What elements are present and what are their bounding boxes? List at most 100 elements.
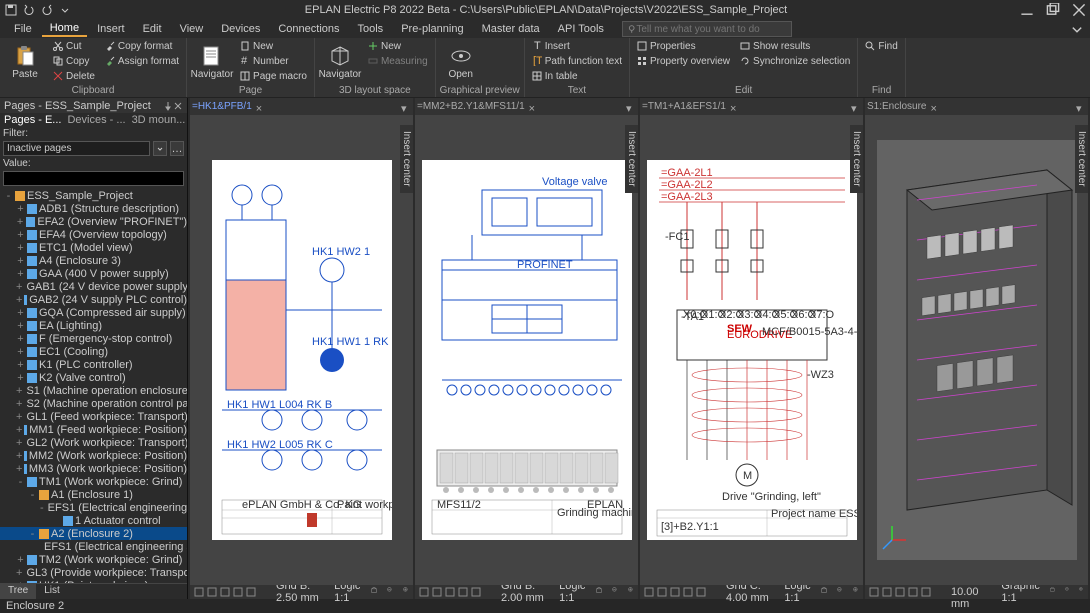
zoom-home-icon[interactable] — [596, 587, 602, 597]
intable-button[interactable]: In table — [529, 69, 625, 83]
tree-toggle-icon[interactable]: + — [16, 243, 25, 252]
menu-connections[interactable]: Connections — [270, 22, 347, 36]
zoom-in-icon[interactable] — [1079, 587, 1084, 597]
snap-icons[interactable] — [194, 587, 256, 597]
snap-icons[interactable] — [419, 587, 481, 597]
tree-toggle-icon[interactable]: + — [16, 321, 25, 330]
zoom-out-icon[interactable] — [837, 587, 843, 597]
tree-row[interactable]: +K2 (Valve control) — [0, 371, 187, 384]
menu-view[interactable]: View — [172, 22, 212, 36]
filter-input[interactable] — [7, 143, 146, 154]
editor-tab[interactable]: =HK1&PFB/1 — [192, 101, 252, 112]
qat-redo-icon[interactable] — [40, 3, 54, 17]
insert-center-tab[interactable]: Insert center — [1075, 125, 1088, 193]
tree-row[interactable]: +TM2 (Work workpiece: Grind) — [0, 553, 187, 566]
menu-file[interactable]: File — [6, 22, 40, 36]
tab-close-icon[interactable]: × — [730, 103, 738, 111]
editor-tab[interactable]: =MM2+B2.Y1&MFS11/1 — [417, 101, 525, 112]
zoom-home-icon[interactable] — [371, 587, 377, 597]
tree-row[interactable]: +S2 (Machine operation control panel) — [0, 397, 187, 410]
menu-edit[interactable]: Edit — [135, 22, 170, 36]
tree-toggle-icon[interactable]: - — [16, 477, 25, 486]
tab-dropdown-icon[interactable]: ▾ — [851, 102, 861, 112]
page-navigator-button[interactable]: Navigator — [191, 39, 233, 85]
paste-button[interactable]: Paste — [4, 39, 46, 85]
d3-navigator-button[interactable]: Navigator — [319, 39, 361, 85]
tree-row[interactable]: +EA (Lighting) — [0, 319, 187, 332]
tree-row[interactable]: -TM1 (Work workpiece: Grind) — [0, 475, 187, 488]
tree-toggle-icon[interactable]: + — [16, 568, 22, 577]
tree-row[interactable]: +GAB1 (24 V device power supply) — [0, 280, 187, 293]
panel-subtab[interactable]: 3D moun... — [130, 114, 188, 126]
tree-row[interactable]: +F (Emergency-stop control) — [0, 332, 187, 345]
tree-row[interactable]: -A2 (Enclosure 2) — [0, 527, 187, 540]
close-button[interactable] — [1072, 3, 1086, 17]
zoom-out-icon[interactable] — [1065, 587, 1070, 597]
tree-row[interactable]: +GAA (400 V power supply) — [0, 267, 187, 280]
drawing-canvas[interactable]: Voltage valve PROFINET MFS11/2 Grinding … — [415, 115, 638, 585]
close-panel-icon[interactable] — [173, 101, 183, 111]
properties-button[interactable]: Properties — [634, 39, 733, 53]
tree-row[interactable]: +GAB2 (24 V supply PLC control) — [0, 293, 187, 306]
zoom-home-icon[interactable] — [1050, 587, 1055, 597]
tab-close-icon[interactable]: × — [930, 103, 938, 111]
panel-subtab[interactable]: Devices - ... — [65, 114, 127, 126]
tab-dropdown-icon[interactable]: ▾ — [626, 102, 636, 112]
tree-toggle-icon[interactable]: + — [16, 230, 25, 239]
tree-toggle-icon[interactable]: + — [16, 399, 22, 408]
tree-toggle-icon[interactable]: + — [16, 308, 25, 317]
tab-close-icon[interactable]: × — [256, 103, 264, 111]
tree-row[interactable]: +EFA4 (Overview topology) — [0, 228, 187, 241]
tree-toggle-icon[interactable]: - — [40, 503, 44, 512]
filter-combo[interactable] — [3, 141, 150, 156]
panel-subtab[interactable]: Pages - E... — [2, 114, 63, 126]
tree-row[interactable]: +MM1 (Feed workpiece: Position) — [0, 423, 187, 436]
qat-drop-icon[interactable] — [58, 3, 72, 17]
tree-row[interactable]: -ESS_Sample_Project — [0, 189, 187, 202]
tree-row[interactable]: 1 Actuator control — [0, 514, 187, 527]
tree-toggle-icon[interactable]: + — [16, 373, 25, 382]
menu-preplanning[interactable]: Pre-planning — [393, 22, 471, 36]
qat-save-icon[interactable] — [4, 3, 18, 17]
tree-toggle-icon[interactable]: - — [28, 529, 37, 538]
zoom-in-icon[interactable] — [853, 587, 859, 597]
showresults-button[interactable]: Show results — [737, 39, 853, 53]
pin-icon[interactable] — [163, 101, 173, 111]
tell-me-input[interactable] — [636, 24, 787, 35]
delete-button[interactable]: Delete — [50, 69, 98, 83]
tree-toggle-icon[interactable]: + — [16, 217, 24, 226]
drawing-canvas[interactable]: Insert center — [865, 115, 1088, 585]
tree-row[interactable]: +MM2 (Work workpiece: Position) — [0, 449, 187, 462]
tree-toggle-icon[interactable]: + — [16, 451, 22, 460]
tree-row[interactable]: +EFA2 (Overview "PROFINET") — [0, 215, 187, 228]
tab-list[interactable]: List — [36, 584, 68, 599]
tree-toggle-icon[interactable]: + — [16, 282, 22, 291]
zoom-in-icon[interactable] — [403, 587, 409, 597]
tree-toggle-icon[interactable]: + — [16, 464, 22, 473]
tab-tree[interactable]: Tree — [0, 584, 36, 599]
find-button[interactable]: Find — [862, 39, 900, 53]
tree-toggle-icon[interactable]: + — [16, 555, 25, 564]
copy-button[interactable]: Copy — [50, 54, 98, 68]
project-tree[interactable]: -ESS_Sample_Project+ADB1 (Structure desc… — [0, 187, 187, 583]
tree-toggle-icon[interactable]: + — [16, 256, 25, 265]
insert-center-tab[interactable]: Insert center — [400, 125, 413, 193]
menu-tools[interactable]: Tools — [350, 22, 392, 36]
tree-toggle-icon[interactable]: - — [4, 191, 13, 200]
tab-close-icon[interactable]: × — [529, 103, 537, 111]
zoom-out-icon[interactable] — [387, 587, 393, 597]
text-insert-button[interactable]: TInsert — [529, 39, 625, 53]
tree-row[interactable]: -EFS1 (Electrical engineering schematic) — [0, 501, 187, 514]
tree-row[interactable]: +GQA (Compressed air supply) — [0, 306, 187, 319]
assignformat-button[interactable]: Assign format — [102, 54, 182, 68]
open-preview-button[interactable]: Open — [440, 39, 482, 85]
tree-toggle-icon[interactable]: + — [16, 360, 25, 369]
tree-row[interactable]: EFS1 (Electrical engineering schematic) — [0, 540, 187, 553]
editor-tab[interactable]: S1:Enclosure — [867, 101, 926, 112]
pathfunc-button[interactable]: [T]Path function text — [529, 54, 625, 68]
tree-toggle-icon[interactable]: + — [16, 204, 25, 213]
zoom-home-icon[interactable] — [821, 587, 827, 597]
tree-row[interactable]: +A4 (Enclosure 3) — [0, 254, 187, 267]
menu-insert[interactable]: Insert — [89, 22, 133, 36]
tree-toggle-icon[interactable]: + — [16, 412, 22, 421]
